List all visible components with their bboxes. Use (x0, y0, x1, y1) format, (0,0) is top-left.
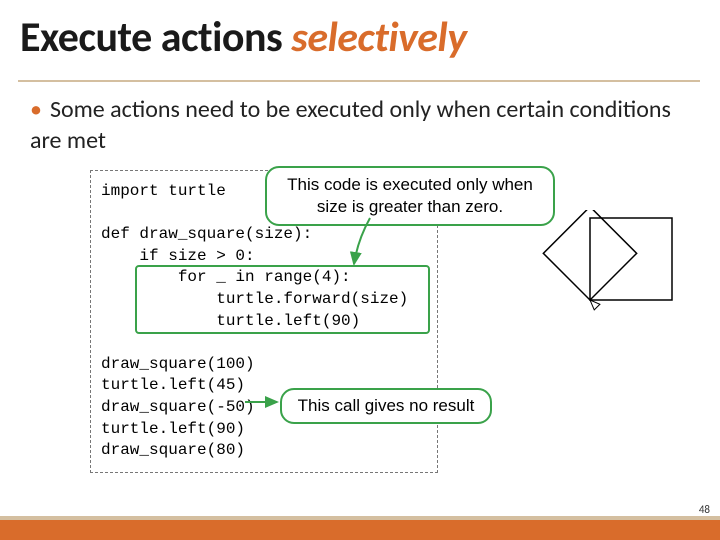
callout-bottom-text: This call gives no result (298, 396, 475, 415)
title-emph: selectively (291, 12, 466, 63)
highlight-loop-block (135, 265, 430, 334)
slide: Execute actions selectively Some actions… (0, 0, 720, 540)
arrow-bottom (243, 393, 283, 411)
footer-bar (0, 520, 720, 540)
page-number: 48 (699, 503, 710, 516)
title-rule (18, 80, 700, 82)
arrow-top (350, 216, 390, 266)
bullet-text: Some actions need to be executed only wh… (30, 94, 680, 156)
title-main: Execute actions (20, 12, 291, 63)
turtle-output (490, 210, 690, 370)
callout-bottom: This call gives no result (280, 388, 492, 424)
slide-title: Execute actions selectively (20, 12, 466, 63)
